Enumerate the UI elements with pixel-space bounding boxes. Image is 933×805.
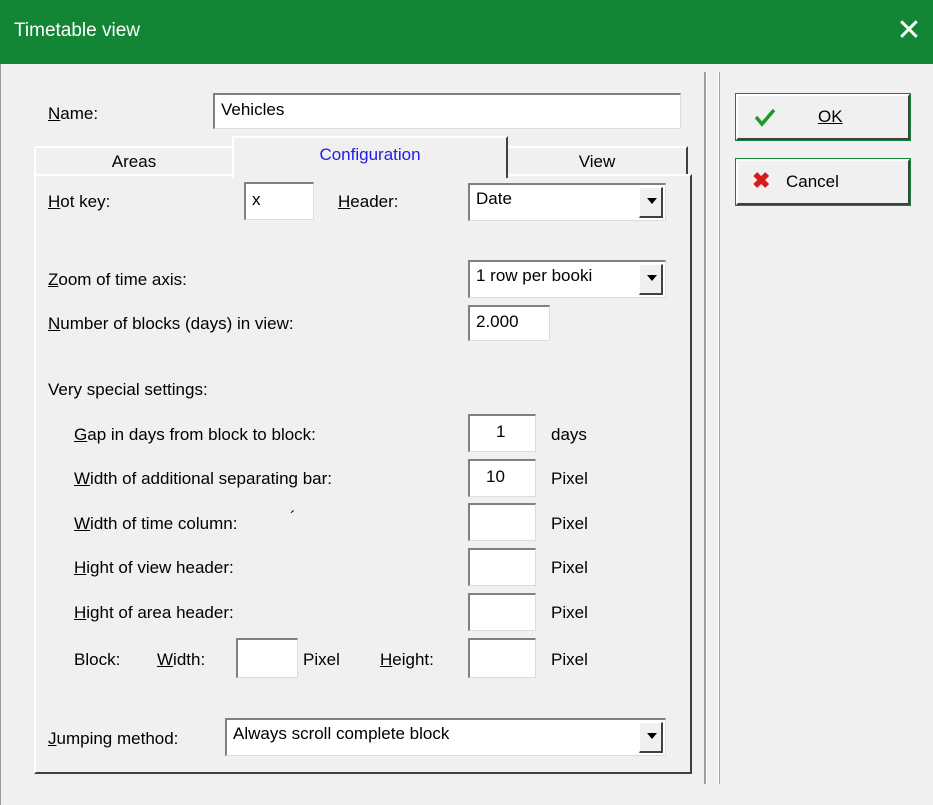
gap-label: Gap in days from block to block: <box>74 425 316 444</box>
zoom-label: Zoom of time axis: <box>48 270 187 289</box>
blocks-in-view-input[interactable]: 2.000 <box>468 305 550 341</box>
cancel-label: Cancel <box>786 172 839 191</box>
blocks-in-view-label: Number of blocks (days) in view: <box>48 314 294 333</box>
divider <box>704 72 707 784</box>
ok-label: OK <box>818 107 843 126</box>
tab-areas[interactable]: Areas <box>34 146 234 176</box>
zoom-select[interactable]: 1 row per booki <box>468 260 666 298</box>
header-value: Date <box>476 189 512 208</box>
view-header-label: Hight of view header: <box>74 558 234 577</box>
area-header-label: Hight of area header: <box>74 603 234 622</box>
tab-view[interactable]: View <box>506 146 688 176</box>
close-icon[interactable]: ✕ <box>895 14 923 48</box>
zoom-value: 1 row per booki <box>476 266 593 285</box>
separating-bar-label: Width of additional separating bar: <box>74 469 332 488</box>
separating-bar-input[interactable]: 10 <box>468 459 536 497</box>
hot-key-input[interactable]: x <box>244 182 314 220</box>
view-header-unit: Pixel <box>551 558 588 577</box>
cancel-button[interactable]: ✖ Cancel <box>735 158 911 206</box>
chevron-down-icon[interactable] <box>639 187 663 218</box>
name-label: Name: <box>48 104 99 123</box>
block-width-label: Width: <box>157 650 206 669</box>
tab-configuration[interactable]: Configuration <box>232 136 508 178</box>
block-height-label: Height: <box>380 650 434 669</box>
jumping-method-label: Jumping method: <box>48 729 179 748</box>
jumping-method-select[interactable]: Always scroll complete block <box>225 718 666 756</box>
window-left-border <box>0 64 8 805</box>
block-height-unit: Pixel <box>551 650 588 669</box>
time-column-mark: ´ <box>290 508 296 527</box>
block-width-unit: Pixel <box>303 650 340 669</box>
block-height-input[interactable] <box>468 638 536 678</box>
separating-bar-unit: Pixel <box>551 469 588 488</box>
close-icon: ✖ <box>752 168 771 193</box>
block-width-input[interactable] <box>236 638 298 678</box>
special-settings-heading: Very special settings: <box>48 380 208 399</box>
check-icon <box>754 108 776 127</box>
area-header-input[interactable] <box>468 593 536 631</box>
gap-unit: days <box>551 425 587 444</box>
time-column-input[interactable] <box>468 503 536 541</box>
time-column-unit: Pixel <box>551 514 588 533</box>
view-header-input[interactable] <box>468 548 536 586</box>
area-header-unit: Pixel <box>551 603 588 622</box>
time-column-label: Width of time column: <box>74 514 238 533</box>
name-input[interactable]: Vehicles <box>213 93 681 129</box>
header-select[interactable]: Date <box>468 183 666 221</box>
gap-input[interactable]: 1 <box>468 414 536 452</box>
jumping-method-value: Always scroll complete block <box>233 724 450 743</box>
divider <box>718 72 720 784</box>
ok-button[interactable]: OK <box>735 93 911 141</box>
chevron-down-icon[interactable] <box>639 264 663 295</box>
window-title: Timetable view <box>14 20 141 41</box>
header-label: Header: <box>338 192 399 211</box>
block-label: Block: <box>74 650 121 669</box>
hot-key-label: Hot key: <box>48 192 111 211</box>
chevron-down-icon[interactable] <box>639 722 663 753</box>
